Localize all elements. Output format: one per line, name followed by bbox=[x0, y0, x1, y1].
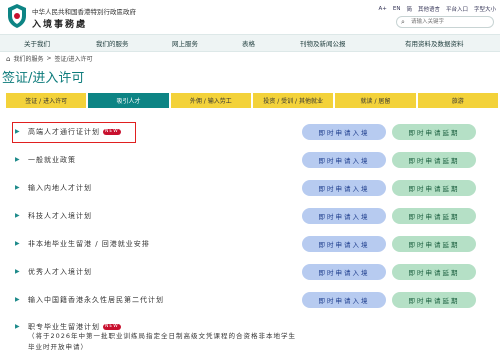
home-icon[interactable]: ⌂ bbox=[6, 55, 10, 63]
font-size-toggle[interactable]: A+ bbox=[378, 6, 386, 12]
nav-publications-press[interactable]: 刊物及新闻公报 bbox=[300, 38, 346, 48]
triangle-right-icon: ▶ bbox=[15, 212, 20, 219]
apply-extension-button[interactable]: 即时申请延期 bbox=[392, 292, 476, 308]
tab-study-residence[interactable]: 就读 / 居留 bbox=[335, 93, 416, 108]
language-en-link[interactable]: EN bbox=[393, 6, 401, 12]
list-item: ▶ 职专毕业生留港计划 NEW （将于2026年中第一批职业训练局指定全日制高级文… bbox=[0, 322, 500, 356]
scheme-note: （将于2026年中第一批职业训练局指定全日制高级文凭课程的合资格非本地学生毕业时… bbox=[28, 332, 297, 351]
breadcrumb-current: 签证/进入许可 bbox=[54, 56, 93, 63]
language-sc-link[interactable]: 简 bbox=[406, 5, 412, 13]
apply-extension-button[interactable]: 即时申请延期 bbox=[392, 208, 476, 224]
apply-entry-button[interactable]: 即时申请入境 bbox=[302, 152, 386, 168]
apply-entry-button[interactable]: 即时申请入境 bbox=[302, 124, 386, 140]
tab-talent[interactable]: 吸引人才 bbox=[88, 93, 169, 108]
list-item: ▶ 输入内地人才计划 即时申请入境 即时申请延期 bbox=[0, 178, 500, 198]
list-item: ▶ 非本地毕业生留港 / 回港就业安排 即时申请入境 即时申请延期 bbox=[0, 234, 500, 254]
list-item: ▶ 输入中国籍香港永久性居民第二代计划 即时申请入境 即时申请延期 bbox=[0, 290, 500, 310]
nav-forms[interactable]: 表格 bbox=[242, 38, 255, 48]
category-tabs: 签证 / 进入许可 吸引人才 外佣 / 输入劳工 投资 / 受训 / 其他就业 … bbox=[6, 93, 498, 108]
nav-online-services[interactable]: 网上服务 bbox=[172, 38, 198, 48]
apply-entry-button[interactable]: 即时申请入境 bbox=[302, 292, 386, 308]
tab-travel[interactable]: 旅游 bbox=[417, 93, 498, 108]
search-input[interactable] bbox=[411, 18, 489, 26]
apply-entry-button[interactable]: 即时申请入境 bbox=[302, 264, 386, 280]
list-item: ▶ 科技人才入境计划 即时申请入境 即时申请延期 bbox=[0, 206, 500, 226]
top-tools: A+ EN 简 其他语言 平台入口 字型大小 bbox=[378, 3, 496, 15]
highlight-box bbox=[12, 122, 136, 143]
apply-entry-button[interactable]: 即时申请入境 bbox=[302, 236, 386, 252]
triangle-right-icon: ▶ bbox=[15, 323, 20, 330]
header: 中华人民共和国香港特別行政區政府 入境事務處 A+ EN 简 其他语言 平台入口… bbox=[0, 0, 500, 34]
scheme-link[interactable]: 优秀人才入境计划 bbox=[28, 267, 92, 277]
list-item: ▶ 一般就业政策 即时申请入境 即时申请延期 bbox=[0, 150, 500, 170]
page-title: 签证/进入许可 bbox=[2, 71, 85, 86]
apply-extension-button[interactable]: 即时申请延期 bbox=[392, 236, 476, 252]
search-icon[interactable]: ⌕ bbox=[401, 18, 405, 26]
nav-useful-info[interactable]: 有用资料及数据资料 bbox=[405, 38, 464, 48]
triangle-right-icon: ▶ bbox=[15, 156, 20, 163]
department-name[interactable]: 入境事務處 bbox=[32, 17, 87, 30]
scheme-link[interactable]: 输入内地人才计划 bbox=[28, 183, 92, 193]
nav-about-us[interactable]: 关于我们 bbox=[24, 38, 50, 48]
new-badge: NEW bbox=[103, 324, 121, 330]
triangle-right-icon: ▶ bbox=[15, 184, 20, 191]
scheme-link[interactable]: 科技人才入境计划 bbox=[28, 211, 92, 221]
apply-extension-button[interactable]: 即时申请延期 bbox=[392, 124, 476, 140]
apply-extension-button[interactable]: 即时申请延期 bbox=[392, 264, 476, 280]
nav-our-services[interactable]: 我们的服务 bbox=[96, 38, 129, 48]
platform-entry-link[interactable]: 平台入口 bbox=[446, 5, 468, 13]
tab-investment-training[interactable]: 投资 / 受训 / 其他就业 bbox=[252, 93, 334, 108]
hkid-logo-icon[interactable] bbox=[6, 3, 28, 29]
other-languages-link[interactable]: 其他语言 bbox=[418, 5, 440, 13]
breadcrumb-separator: > bbox=[46, 55, 52, 62]
tab-domestic-labour[interactable]: 外佣 / 输入劳工 bbox=[170, 93, 251, 108]
tab-visa-entry[interactable]: 签证 / 进入许可 bbox=[6, 93, 87, 108]
scheme-link[interactable]: 一般就业政策 bbox=[28, 155, 76, 165]
scheme-link[interactable]: 非本地毕业生留港 / 回港就业安排 bbox=[28, 239, 150, 249]
triangle-right-icon: ▶ bbox=[15, 296, 20, 303]
search-box[interactable]: ⌕ bbox=[396, 16, 494, 28]
font-size-link[interactable]: 字型大小 bbox=[474, 5, 496, 13]
triangle-right-icon: ▶ bbox=[15, 268, 20, 275]
breadcrumb: ⌂ 我们的服务 > 签证/进入许可 bbox=[6, 54, 93, 64]
apply-entry-button[interactable]: 即时申请入境 bbox=[302, 208, 386, 224]
government-name: 中华人民共和国香港特別行政區政府 bbox=[32, 8, 136, 16]
breadcrumb-services[interactable]: 我们的服务 bbox=[13, 54, 43, 63]
main-navigation: 关于我们 我们的服务 网上服务 表格 刊物及新闻公报 有用资料及数据资料 bbox=[0, 34, 500, 52]
list-item: ▶ 优秀人才入境计划 即时申请入境 即时申请延期 bbox=[0, 262, 500, 282]
triangle-right-icon: ▶ bbox=[15, 240, 20, 247]
apply-entry-button[interactable]: 即时申请入境 bbox=[302, 180, 386, 196]
apply-extension-button[interactable]: 即时申请延期 bbox=[392, 180, 476, 196]
apply-extension-button[interactable]: 即时申请延期 bbox=[392, 152, 476, 168]
scheme-link[interactable]: 输入中国籍香港永久性居民第二代计划 bbox=[28, 295, 164, 305]
